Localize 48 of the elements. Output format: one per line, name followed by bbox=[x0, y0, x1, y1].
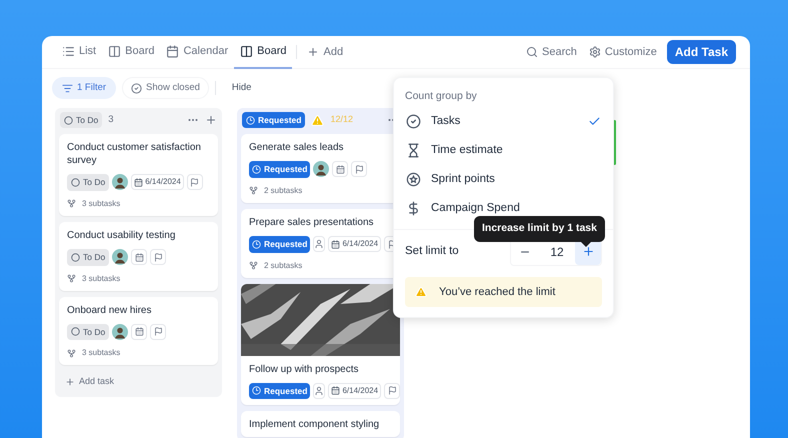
task-title: Conduct customer satisfaction survey bbox=[67, 141, 202, 167]
task-card[interactable]: Follow up with prospects Requested 6/14/2024 bbox=[241, 284, 400, 406]
status-badge[interactable]: Requested bbox=[249, 236, 310, 252]
popup-heading: Count group by bbox=[404, 89, 478, 104]
limit-label: Set limit to bbox=[405, 244, 459, 259]
subtasks-link[interactable]: 2 subtasks bbox=[249, 260, 392, 272]
add-task-link[interactable]: Add task bbox=[59, 371, 218, 393]
add-view-button[interactable]: Add bbox=[301, 44, 350, 60]
view-tab[interactable]: List bbox=[56, 36, 102, 68]
view-tab[interactable]: Calendar bbox=[160, 36, 234, 68]
show-closed-button[interactable]: Show closed bbox=[122, 76, 209, 100]
task-limit-count: 12/12 bbox=[330, 113, 353, 126]
task-title: Onboard new hires bbox=[67, 304, 152, 316]
task-title: Prepare sales presentations bbox=[249, 216, 375, 229]
status-badge[interactable]: To Do bbox=[67, 324, 110, 340]
task-title: Generate sales leads bbox=[249, 141, 345, 154]
task-title: Conduct usability testing bbox=[67, 228, 176, 242]
subtasks-link[interactable]: 3 subtasks bbox=[67, 198, 210, 210]
limit-value: 12 bbox=[549, 244, 565, 260]
due-date-button[interactable]: 6/14/2024 bbox=[131, 174, 184, 190]
view-tab[interactable]: Board bbox=[102, 36, 160, 68]
subtasks-link[interactable]: 2 subtasks bbox=[249, 184, 392, 197]
column-status[interactable]: To Do bbox=[60, 112, 102, 128]
filter-button[interactable]: 1 Filter bbox=[52, 76, 116, 100]
task-card[interactable]: Conduct customer satisfaction survey To Do 6/14/2024 3 subtasks bbox=[59, 134, 218, 216]
hide-button[interactable]: Hide bbox=[222, 80, 262, 96]
tooltip: Increase limit by 1 task bbox=[474, 216, 605, 242]
status-badge[interactable]: Requested bbox=[249, 382, 310, 400]
task-title: Implement component styling bbox=[249, 418, 380, 432]
search-button[interactable]: Search bbox=[520, 44, 583, 60]
column-status[interactable]: Requested bbox=[242, 112, 306, 128]
count-option[interactable]: Tasks bbox=[394, 107, 613, 136]
subtasks-link[interactable]: 3 subtasks bbox=[67, 272, 210, 284]
status-badge[interactable]: To Do bbox=[67, 174, 110, 191]
status-badge[interactable]: Requested bbox=[249, 161, 310, 178]
customize-button[interactable]: Customize bbox=[582, 44, 663, 60]
task-card[interactable]: Conduct usability testing To Do 3 subtasks bbox=[59, 222, 218, 290]
due-date-button[interactable]: 6/14/2024 bbox=[328, 236, 382, 252]
task-count: 3 bbox=[108, 112, 114, 127]
limit-warning-text: You’ve reached the limit bbox=[439, 284, 556, 300]
task-card[interactable]: Implement component styling bbox=[241, 411, 400, 438]
task-title: Follow up with prospects bbox=[249, 362, 360, 376]
status-badge[interactable]: To Do bbox=[67, 248, 110, 266]
task-card[interactable]: Onboard new hires To Do 3 subtasks bbox=[59, 296, 218, 366]
add-task-button[interactable]: Add Task bbox=[666, 40, 736, 64]
subtasks-link[interactable]: 3 subtasks bbox=[67, 347, 210, 360]
view-tab[interactable]: Board bbox=[234, 36, 292, 68]
due-date-button[interactable]: 6/14/2024 bbox=[328, 382, 382, 399]
